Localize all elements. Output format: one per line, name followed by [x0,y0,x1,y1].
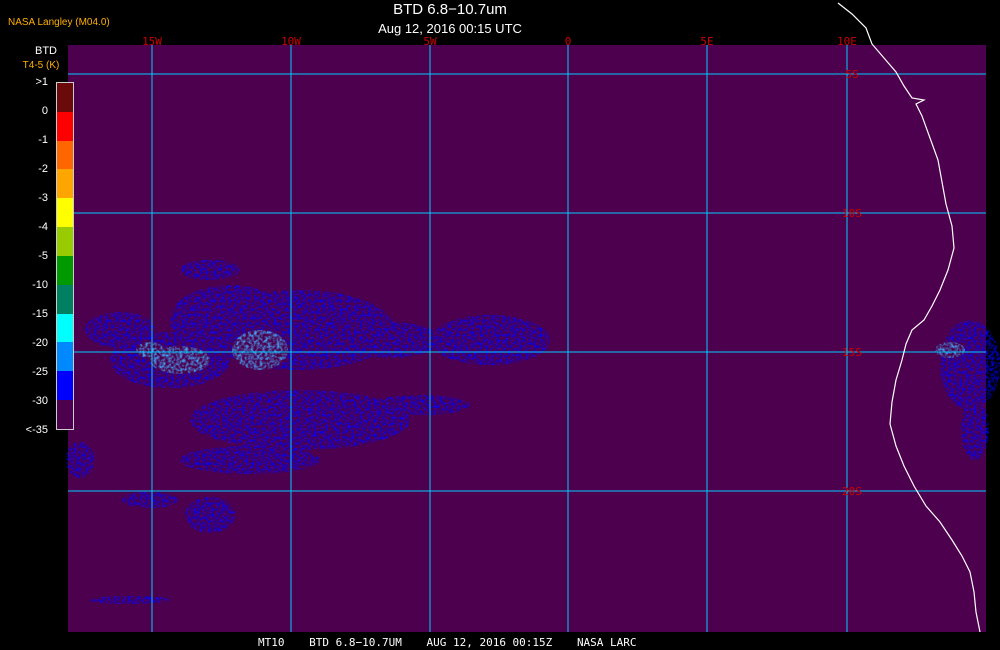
legend-swatch [57,255,73,285]
cloud-region [122,492,178,508]
cloud-region [340,322,440,358]
footer-item-source: NASA LARC [576,636,637,649]
latitude-label: 5S [845,68,858,81]
legend-swatch [57,342,73,372]
cloud-region [370,395,470,415]
product-title: BTD 6.8−10.7um [393,1,507,18]
legend-swatch [57,400,73,429]
cloud-region [961,400,989,460]
legend-swatch [57,198,73,228]
legend-label: -20 [32,337,48,349]
legend-label: -10 [32,279,48,291]
footer-caption: MT10 BTD 6.8−10.7UM AUG 12, 2016 00:15Z … [0,636,1000,649]
legend-label: -1 [38,134,48,146]
legend-swatch [57,284,73,314]
cloud-region [180,260,240,280]
longitude-label: 5E [700,35,713,48]
legend-swatch [57,83,73,112]
cloud-region [232,330,288,370]
legend-label: 0 [41,105,48,117]
legend-label: -25 [32,366,48,378]
cloud-region [185,497,235,533]
longitude-label: 10W [281,35,301,48]
satellite-image-viewer: 15W 10W 5W 0 5E 10E 5S 10S 15S 20S NASA Langley … [0,0,1000,650]
cloud-region [136,342,164,358]
footer-item-product: BTD 6.8−10.7UM [309,636,402,649]
legend-label: -2 [38,163,48,175]
footer-item-satellite: MT10 [258,636,285,649]
footer-item-time: AUG 12, 2016 00:15Z [426,636,553,649]
longitude-label: 10E [837,35,857,48]
longitude-label: 5W [423,35,437,48]
timestamp: Aug 12, 2016 00:15 UTC [378,21,522,36]
legend-label: -3 [38,192,48,204]
legend-label: -30 [32,395,48,407]
longitude-label: 15W [142,35,162,48]
legend-label: >1 [35,76,48,88]
legend-swatch [57,140,73,170]
legend-title: BTD [35,45,57,57]
cloud-region [190,390,410,450]
latitude-label: 20S [842,485,862,498]
legend-label: <-35 [25,424,48,436]
satellite-map: 15W 10W 5W 0 5E 10E 5S 10S 15S 20S [66,2,1000,633]
cloud-region [935,342,965,358]
latitude-label: 10S [842,207,862,220]
latitude-label: 15S [842,346,862,359]
longitude-label: 0 [565,35,572,48]
legend-swatch [57,111,73,141]
cloud-region [940,320,1000,410]
cloud-region [430,315,550,365]
color-legend [56,82,74,430]
legend-swatch [57,169,73,199]
legend-label: -5 [38,250,48,262]
legend-swatch [57,313,73,343]
legend-label: -15 [32,308,48,320]
cloud-region [85,312,155,348]
cloud-region [66,442,94,478]
legend-units: T4-5 (K) [22,60,60,71]
legend-swatch [57,371,73,401]
cloud-region [180,446,320,474]
cloud-region [90,596,170,604]
legend-swatch [57,227,73,256]
legend-label: -4 [38,221,48,233]
